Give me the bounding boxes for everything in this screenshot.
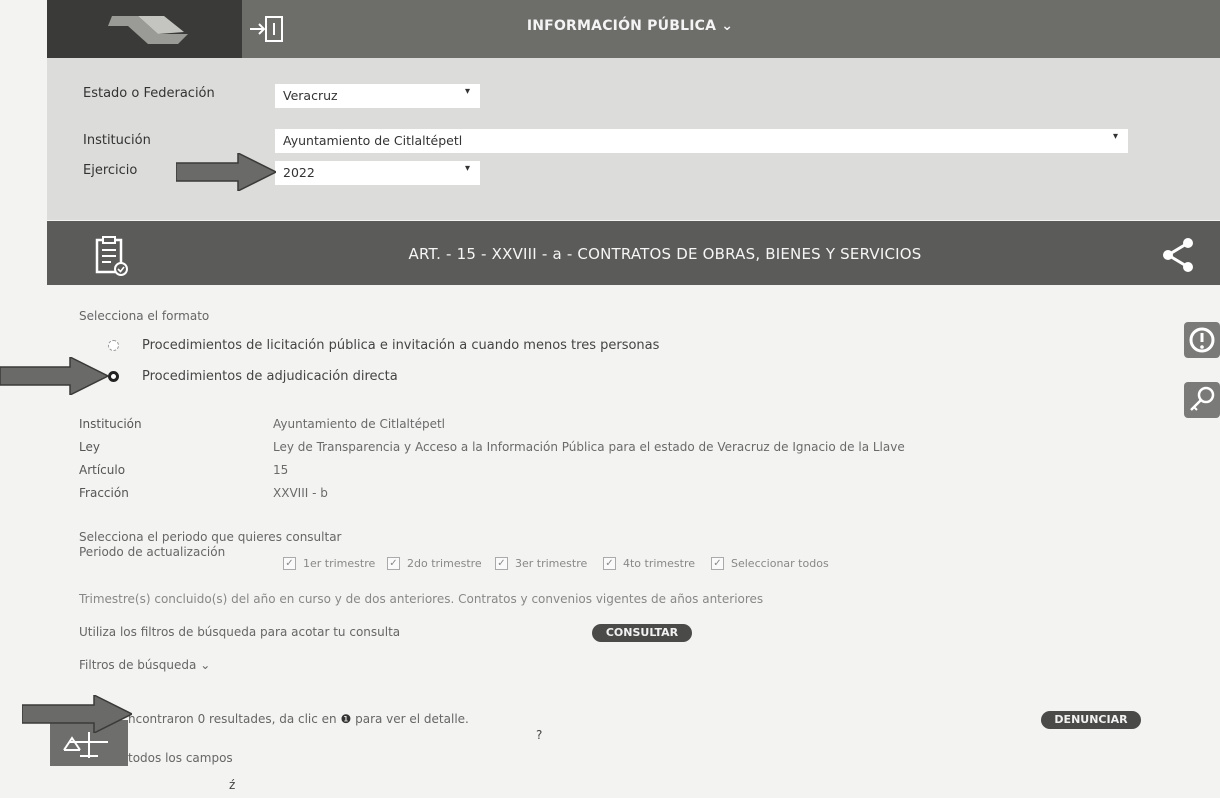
topbar-title-text: INFORMACIÓN PÚBLICA <box>526 18 717 34</box>
info-label: Fracción <box>79 486 129 500</box>
select-all-checkbox[interactable]: ✓ <box>711 557 724 570</box>
info-value: Ayuntamiento de Citlaltépetl <box>273 417 446 431</box>
caret-down-icon: ▾ <box>1112 131 1118 142</box>
info-value: 15 <box>273 463 289 477</box>
key-icon <box>1190 386 1215 411</box>
checkbox[interactable]: ✓ <box>495 557 508 570</box>
login-icon[interactable] <box>248 14 288 44</box>
fields-text: todos los campos <box>128 751 233 765</box>
info-circle-icon[interactable]: ❶ <box>341 712 352 726</box>
checkbox-label: 1er trimestre <box>303 557 376 570</box>
checkbox-label: Seleccionar todos <box>731 557 829 570</box>
denunciar-button[interactable]: DENUNCIAR <box>1041 711 1141 729</box>
consulta-hint: Utiliza los filtros de búsqueda para aco… <box>79 625 401 639</box>
radio-selected[interactable] <box>108 371 119 382</box>
site-logo[interactable] <box>108 12 194 46</box>
stray-mark: ź <box>229 778 236 792</box>
info-label: Institución <box>79 417 142 431</box>
institucion-select[interactable]: Ayuntamiento de Citlaltépetl ▾ <box>275 129 1128 153</box>
info-label: Artículo <box>79 463 126 477</box>
results-text-suffix: para ver el detalle. <box>355 712 469 726</box>
consultar-button[interactable]: CONSULTAR <box>592 624 692 642</box>
checkbox[interactable]: ✓ <box>603 557 616 570</box>
estado-select-value: Veracruz <box>283 88 338 103</box>
search-filters-toggle[interactable]: Filtros de búsqueda ⌄ <box>79 658 210 672</box>
caret-down-icon: ▾ <box>464 86 470 97</box>
document-icon <box>93 236 131 278</box>
info-value: XXVIII - b <box>273 486 328 500</box>
share-icon[interactable] <box>1160 236 1196 274</box>
institucion-select-value: Ayuntamiento de Citlaltépetl <box>283 133 463 148</box>
formato-prompt: Selecciona el formato <box>79 309 210 323</box>
stray-mark: ? <box>536 728 543 742</box>
arrow-annotation <box>176 153 276 191</box>
arrow-annotation <box>22 695 132 733</box>
arrow-annotation <box>0 357 108 395</box>
checkbox[interactable]: ✓ <box>387 557 400 570</box>
radio-unselected[interactable] <box>108 340 119 351</box>
key-button[interactable] <box>1184 382 1220 418</box>
periodo-note: Trimestre(s) concluido(s) del año en cur… <box>79 592 764 606</box>
ejercicio-select-value: 2022 <box>283 165 315 180</box>
formato-option-label: Procedimientos de adjudicación directa <box>142 369 398 384</box>
periodo-label: Periodo de actualización <box>79 545 226 559</box>
checkbox-label: 2do trimestre <box>407 557 482 570</box>
chevron-down-icon: ⌄ <box>200 658 211 672</box>
section-title: ART. - 15 - XXVIII - a - CONTRATOS DE OB… <box>408 245 922 263</box>
checkbox-label: 3er trimestre <box>515 557 588 570</box>
search-filters-label: Filtros de búsqueda <box>79 658 197 672</box>
chevron-down-icon: ⌄ <box>721 18 734 34</box>
checkbox-label: 4to trimestre <box>623 557 696 570</box>
estado-select[interactable]: Veracruz ▾ <box>275 84 480 108</box>
results-text: ncontraron 0 resultades, da clic en <box>128 712 337 726</box>
info-label: Ley <box>79 440 100 454</box>
exclamation-icon <box>1189 327 1215 353</box>
info-publica-menu[interactable]: INFORMACIÓN PÚBLICA ⌄ <box>420 18 840 34</box>
ejercicio-select[interactable]: 2022 ▾ <box>275 161 480 185</box>
periodo-prompt: Selecciona el periodo que quieres consul… <box>79 530 342 544</box>
alert-button[interactable] <box>1184 322 1220 358</box>
periodo-checkboxes: ✓ 1er trimestre ✓ 2do trimestre ✓ 3er tr… <box>283 557 863 573</box>
ejercicio-label: Ejercicio <box>83 163 138 178</box>
info-value: Ley de Transparencia y Acceso a la Infor… <box>273 440 905 454</box>
institucion-label: Institución <box>83 133 151 148</box>
checkbox[interactable]: ✓ <box>283 557 296 570</box>
results-message: ncontraron 0 resultades, da clic en ❶ pa… <box>128 712 469 726</box>
estado-label: Estado o Federación <box>83 86 215 101</box>
caret-down-icon: ▾ <box>464 163 470 174</box>
formato-option-label: Procedimientos de licitación pública e i… <box>142 338 660 353</box>
